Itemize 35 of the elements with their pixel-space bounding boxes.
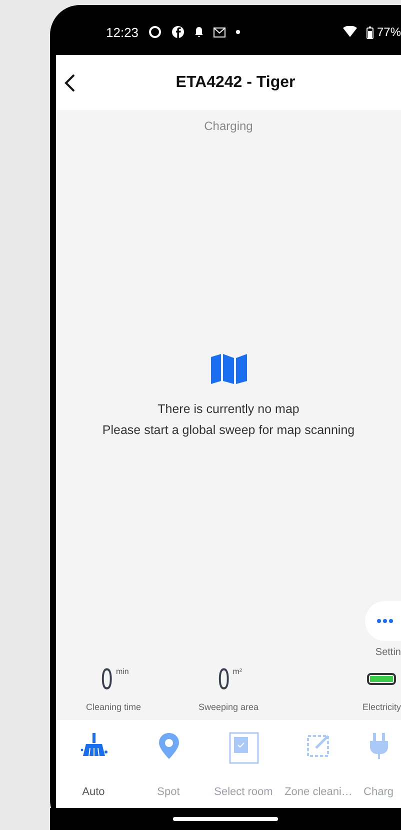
battery-icon: [370, 676, 393, 682]
dot-icon: [234, 29, 241, 35]
circle-icon: [148, 25, 162, 39]
more-icon: [377, 619, 393, 623]
mode-tab[interactable]: Auto: [56, 720, 131, 808]
plug-icon: [368, 732, 390, 760]
stat-label: Electricity: [362, 702, 401, 712]
battery-percent: 77%: [376, 25, 401, 39]
mail-icon: [212, 26, 226, 38]
zone-edit-icon: [306, 732, 332, 758]
more-button[interactable]: [365, 601, 401, 641]
mode-tab[interactable]: Zone cleani…: [281, 720, 356, 808]
stat-label: Sweeping area: [198, 702, 259, 712]
status-time: 12:23: [106, 24, 139, 40]
mode-tab[interactable]: Select room: [206, 720, 281, 808]
settings-label: Settin: [375, 647, 401, 658]
stat-value: 0: [100, 664, 114, 696]
stat-unit: min: [116, 667, 129, 676]
device-title: ETA4242 - Tiger: [174, 74, 296, 92]
mode-tab[interactable]: Charg: [356, 720, 401, 808]
mode-tab[interactable]: Spot: [131, 720, 206, 808]
map-icon: [210, 353, 248, 385]
wifi-icon: [342, 26, 357, 38]
back-icon[interactable]: [64, 72, 76, 92]
stat-label: Cleaning time: [86, 702, 142, 712]
location-pin-icon: [156, 732, 180, 760]
stat-value: 0: [218, 664, 230, 696]
empty-map-message: There is currently no map: [156, 401, 300, 418]
stat-unit: m²: [232, 667, 242, 676]
bell-icon: [194, 26, 204, 38]
room-select-icon: [228, 732, 258, 764]
empty-map-message: Please start a global sweep for map scanning: [102, 422, 355, 439]
battery-status-icon: [366, 26, 374, 38]
facebook-icon: [170, 25, 185, 39]
device-status: Charging: [203, 119, 254, 133]
